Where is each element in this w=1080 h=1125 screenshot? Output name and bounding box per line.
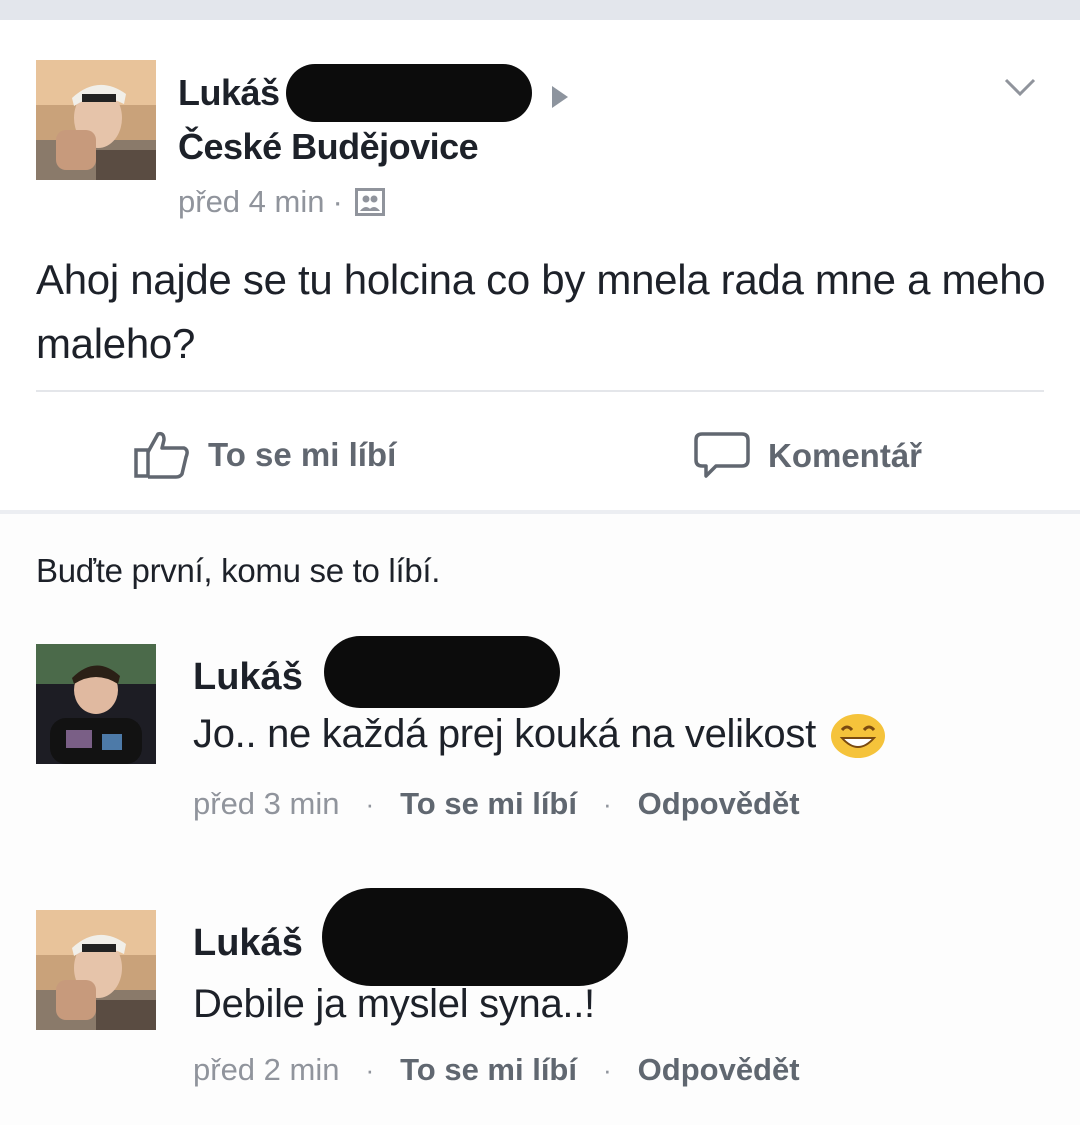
meta-separator: · [332, 184, 343, 219]
divider [36, 390, 1044, 392]
comment-time[interactable]: před 3 min [193, 786, 339, 822]
redaction-mark [324, 636, 560, 708]
meta-separator: · [602, 788, 612, 819]
comment-like-button[interactable]: To se mi líbí [400, 786, 577, 822]
post-author[interactable]: Lukáš [178, 72, 280, 114]
avatar[interactable] [36, 644, 156, 764]
post-text: Ahoj najde se tu holcina co by mnela rad… [36, 256, 1046, 367]
comment-text: Jo.. ne každá prej kouká na velikost [193, 712, 886, 760]
section-divider [0, 510, 1080, 514]
comment-reply-button[interactable]: Odpovědět [638, 786, 800, 822]
meta-separator: · [365, 1054, 375, 1085]
comment-author[interactable]: Lukáš [193, 656, 303, 699]
avatar[interactable] [36, 910, 156, 1030]
post-location[interactable]: České Budějovice [178, 126, 479, 168]
comment-text: Debile ja myslel syna..! [193, 982, 595, 1026]
triangle-right-icon [552, 86, 568, 108]
speech-bubble-icon [694, 432, 750, 478]
friends-icon[interactable] [354, 188, 385, 216]
comment-meta: před 3 min · To se mi líbí · Odpovědět [193, 786, 800, 822]
post-card: Lukáš České Budějovice před 4 min · Ahoj… [0, 20, 1080, 510]
comment-time[interactable]: před 2 min [193, 1052, 339, 1088]
likes-summary[interactable]: Buďte první, komu se to líbí. [36, 552, 440, 590]
avatar[interactable] [36, 60, 156, 180]
like-label: To se mi líbí [208, 436, 397, 473]
comment-button[interactable]: Komentář [692, 430, 922, 482]
thumbs-up-icon [134, 431, 189, 479]
like-button[interactable]: To se mi líbí [132, 430, 396, 480]
meta-separator: · [365, 788, 375, 819]
chevron-down-icon[interactable] [1000, 72, 1040, 102]
redaction-mark [286, 64, 532, 122]
top-strip [0, 0, 1080, 20]
post-time[interactable]: před 4 min [178, 184, 324, 220]
grinning-squint-emoji [830, 712, 886, 760]
comment-text-body: Jo.. ne každá prej kouká na velikost [193, 712, 816, 756]
comment-like-button[interactable]: To se mi líbí [400, 1052, 577, 1088]
meta-separator: · [602, 1054, 612, 1085]
redaction-mark [322, 888, 628, 986]
comment-author[interactable]: Lukáš [193, 922, 303, 965]
comment-label: Komentář [768, 437, 923, 474]
comment-meta: před 2 min · To se mi líbí · Odpovědět [193, 1052, 800, 1088]
post-meta: před 4 min · [178, 184, 385, 220]
comment-reply-button[interactable]: Odpovědět [638, 1052, 800, 1088]
